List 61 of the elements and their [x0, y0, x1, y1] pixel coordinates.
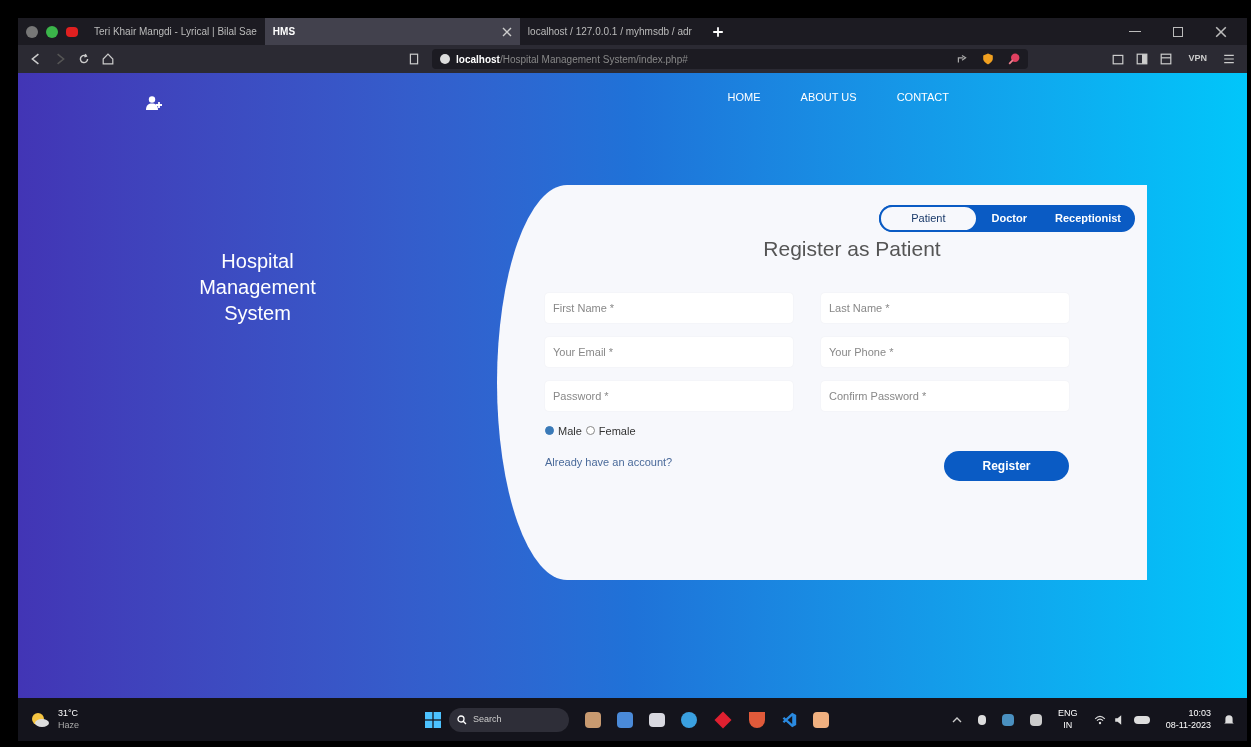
text-input[interactable]: First Name * [545, 292, 793, 323]
wifi-icon[interactable] [1093, 713, 1106, 726]
login-link[interactable]: Already have an account? [545, 453, 673, 471]
browser-tab[interactable]: Teri Khair Mangdi - Lyrical | Bilal Sae [86, 18, 265, 45]
maximize-button[interactable] [1173, 26, 1183, 37]
back-icon[interactable] [30, 53, 42, 65]
weather-icon[interactable] [30, 711, 50, 728]
nav-link[interactable]: HOME [727, 88, 761, 106]
form-heading: Register as Patient [762, 236, 942, 262]
battery-icon[interactable] [1133, 715, 1150, 724]
region-text[interactable]: IN [1063, 719, 1073, 731]
shield-icon[interactable] [749, 711, 765, 728]
text-input[interactable]: Your Phone * [821, 336, 1069, 367]
app-icon[interactable] [617, 711, 633, 728]
temperature-text: 31°C [58, 708, 79, 720]
add-user-icon[interactable] [146, 96, 162, 110]
search-icon [457, 714, 467, 725]
clock-time[interactable]: 10:03 [1188, 708, 1211, 720]
address-bar[interactable]: localhost/Hospital Management System/index.php# [432, 49, 1029, 69]
shield-icon[interactable] [982, 53, 995, 65]
window-icon[interactable] [1160, 53, 1173, 65]
reload-icon[interactable] [78, 53, 90, 65]
register-button[interactable]: Register [944, 451, 1069, 481]
text-input[interactable]: Confirm Password * [821, 380, 1069, 411]
role-tab[interactable]: Receptionist [1041, 205, 1135, 232]
code-editor-icon[interactable] [781, 711, 797, 728]
close-tab-icon[interactable] [501, 26, 512, 37]
radio-button[interactable] [545, 426, 554, 436]
browser-tab[interactable]: localhost / 127.0.0.1 / myhmsdb / adr [519, 18, 700, 45]
share-icon[interactable] [956, 53, 969, 65]
weather-text: Haze [58, 719, 79, 731]
notification-icon[interactable] [1223, 713, 1235, 726]
app-icon[interactable] [681, 711, 697, 728]
app-icon[interactable] [1002, 713, 1015, 726]
browser-tab[interactable]: HMS [264, 18, 520, 45]
url-text: localhost/Hospital Management System/index.php# [456, 52, 688, 67]
language-text[interactable]: ENG [1058, 708, 1078, 720]
radio-label[interactable]: Male [558, 422, 582, 439]
nav-link[interactable]: ABOUT US [800, 88, 857, 106]
close-icon[interactable] [1215, 25, 1227, 38]
role-tab[interactable]: Doctor [977, 205, 1041, 232]
app-icon[interactable] [1030, 713, 1043, 726]
text-input[interactable]: Password * [545, 380, 793, 411]
home-icon[interactable] [102, 53, 114, 65]
radio-button[interactable] [585, 426, 595, 436]
app-icon[interactable] [813, 711, 829, 728]
new-tab-icon[interactable] [711, 25, 724, 38]
text-input[interactable]: Your Email * [545, 336, 793, 367]
role-tab[interactable]: Patient [879, 205, 978, 232]
text-input[interactable]: Last Name * [821, 292, 1069, 323]
vpn-button[interactable]: VPN [1184, 52, 1211, 66]
radio-label[interactable]: Female [598, 422, 636, 439]
app-icon[interactable] [585, 711, 601, 728]
windows-icon[interactable] [425, 711, 441, 728]
browser-icon[interactable] [26, 25, 38, 38]
taskbar-search[interactable]: Search [449, 707, 569, 732]
menu-icon[interactable] [1223, 53, 1235, 65]
clock-date[interactable]: 08-11-2023 [1165, 719, 1211, 731]
sidebar-icon[interactable] [1136, 53, 1149, 65]
info-icon [440, 54, 450, 64]
hero-title: Hospital Management System [198, 249, 317, 326]
